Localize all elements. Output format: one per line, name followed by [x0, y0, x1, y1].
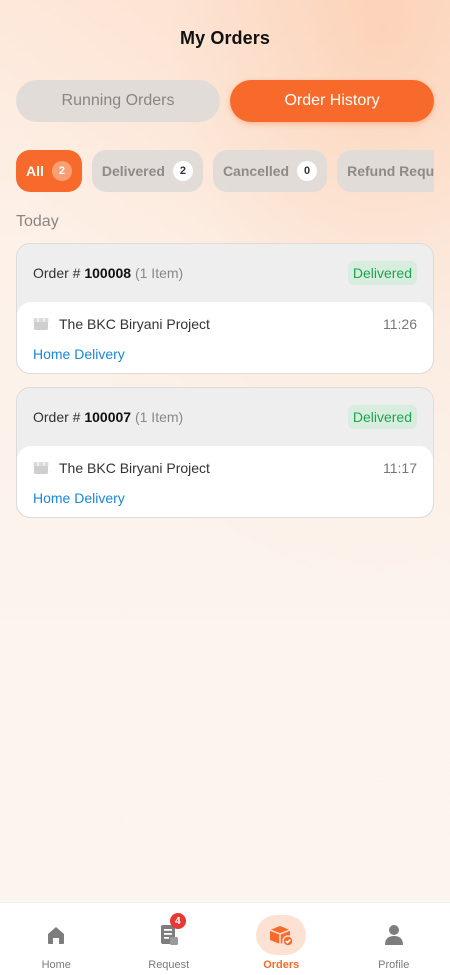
tab-profile[interactable]: Profile — [338, 903, 450, 975]
filter-chip-count: 2 — [172, 161, 193, 181]
delivery-type: Home Delivery — [33, 490, 125, 506]
order-number-line: Order # 100007 (1 Item) — [33, 409, 348, 425]
filter-chip-label: All — [26, 163, 44, 179]
request-badge: 4 — [169, 913, 186, 929]
filter-chip-label: Cancelled — [222, 163, 290, 179]
page-header: My Orders — [0, 28, 450, 49]
store-name: The BKC Biryani Project — [59, 316, 210, 332]
order-card-header: Order # 100008 (1 Item) Delivered — [17, 244, 433, 302]
tab-label: Home — [41, 959, 71, 971]
order-card-header: Order # 100007 (1 Item) Delivered — [17, 388, 433, 446]
order-time: 11:26 — [383, 316, 417, 332]
order-card[interactable]: Order # 100008 (1 Item) Delivered The BK… — [16, 243, 434, 374]
order-card[interactable]: Order # 100007 (1 Item) Delivered The BK… — [16, 387, 434, 518]
store-icon — [33, 462, 49, 474]
orders-box-icon — [256, 915, 307, 955]
page-title: My Orders — [180, 28, 270, 48]
filter-chip-count: 2 — [51, 161, 72, 181]
section-label-today: Today — [16, 213, 59, 230]
order-segment-control: Running Orders Order History — [16, 80, 434, 122]
bottom-tab-bar: Home 4 Request Orders Profile — [0, 902, 450, 975]
tab-label: Profile — [378, 959, 410, 971]
filter-chip-refund[interactable]: Refund Reque — [337, 150, 434, 192]
filter-chip-count: 0 — [297, 161, 318, 181]
order-time: 11:17 — [383, 460, 417, 476]
filter-chip-label: Delivered — [101, 163, 165, 179]
order-prefix: Order # — [33, 409, 81, 425]
status-badge: Delivered — [347, 261, 417, 285]
request-icon: 4 — [144, 913, 194, 955]
filter-chip-delivered[interactable]: Delivered 2 — [91, 150, 203, 192]
home-icon — [31, 915, 81, 955]
order-number: 100008 — [84, 265, 132, 281]
tab-label: Request — [148, 959, 190, 971]
store-icon — [33, 318, 49, 330]
profile-icon — [369, 915, 419, 955]
status-badge: Delivered — [347, 405, 417, 429]
delivery-type: Home Delivery — [33, 346, 125, 362]
tab-request[interactable]: 4 Request — [113, 903, 226, 975]
order-number: 100007 — [84, 409, 132, 425]
tab-orders[interactable]: Orders — [225, 903, 338, 975]
order-number-line: Order # 100008 (1 Item) — [33, 265, 348, 281]
store-name: The BKC Biryani Project — [59, 460, 210, 476]
tab-home[interactable]: Home — [0, 903, 113, 975]
order-item-count: (1 Item) — [134, 409, 184, 425]
order-item-count: (1 Item) — [134, 265, 184, 281]
filter-chip-label: Refund Reque — [347, 163, 434, 179]
running-orders-tab[interactable]: Running Orders — [16, 80, 220, 122]
order-history-tab[interactable]: Order History — [230, 80, 434, 122]
order-card-body: The BKC Biryani Project 11:26 Home Deliv… — [17, 302, 433, 373]
filter-chip-all[interactable]: All 2 — [16, 150, 82, 192]
order-card-body: The BKC Biryani Project 11:17 Home Deliv… — [17, 446, 433, 517]
filter-chips: All 2 Delivered 2 Cancelled 0 Refund Req… — [16, 150, 434, 192]
order-prefix: Order # — [33, 265, 81, 281]
tab-label: Orders — [263, 959, 300, 971]
filter-chip-cancelled[interactable]: Cancelled 0 — [212, 150, 328, 192]
